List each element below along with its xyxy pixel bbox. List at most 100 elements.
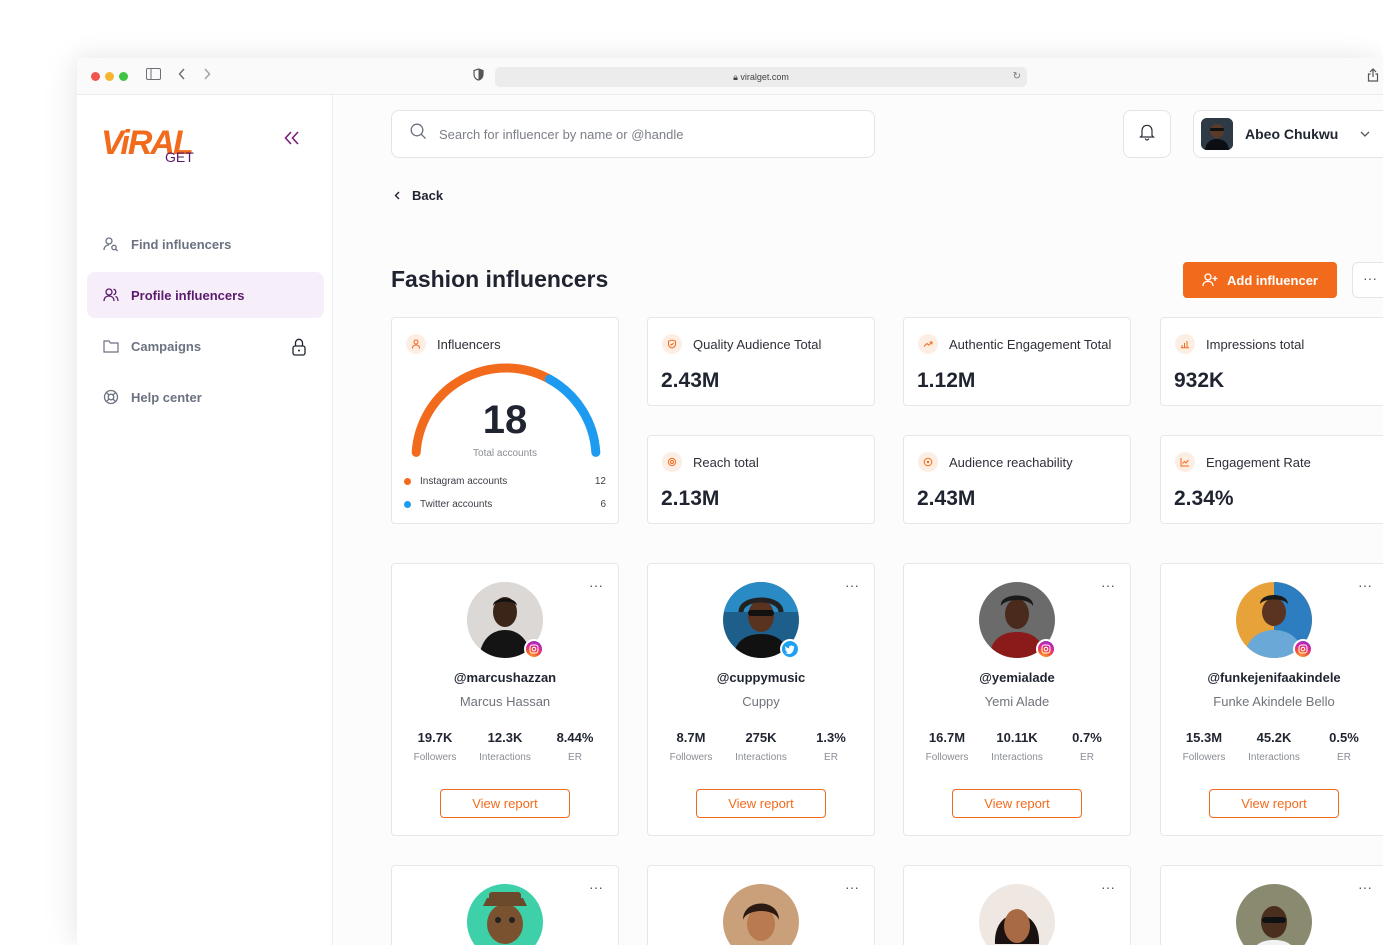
influencer-name: Yemi Alade (984, 694, 1050, 709)
stat-label-row: Quality Audience Total (662, 334, 821, 354)
trending-up-icon (918, 334, 938, 354)
stat-value: 1.12M (917, 369, 976, 392)
metric-label: ER (1337, 752, 1351, 763)
influencer-card: ··· @yemialade Yemi Alade 16.7M Followers… (903, 563, 1131, 836)
influencer-card: ··· (903, 865, 1131, 945)
card-more-icon[interactable]: ··· (845, 578, 859, 592)
metric-label: Followers (413, 752, 457, 763)
sidebar-toggle-icon[interactable] (146, 68, 161, 84)
legend-dot-twitter (404, 501, 411, 508)
instagram-icon (1293, 639, 1313, 659)
metric-er: 8.44% ER (540, 730, 610, 763)
sidebar-item-help-center[interactable]: Help center (87, 374, 324, 420)
chevron-down-icon (1360, 128, 1370, 140)
avatar (979, 884, 1055, 945)
metric-interactions: 10.11K Interactions (982, 730, 1052, 763)
stat-card-reach: Reach total 2.13M (647, 435, 875, 524)
influencer-metrics: 19.7K Followers 12.3K Interactions 8.44% ER (400, 730, 610, 763)
stat-value: 2.34% (1174, 487, 1234, 510)
sidebar-item-label: Profile influencers (131, 287, 245, 303)
notifications-button[interactable] (1123, 110, 1171, 158)
broadcast-icon (918, 452, 938, 472)
view-report-button[interactable]: View report (952, 789, 1082, 818)
metric-value: 275K (745, 730, 777, 745)
privacy-shield-icon[interactable] (473, 68, 484, 85)
viralget-logo[interactable]: ViRAL GET (101, 122, 211, 171)
url-text: viralget.com (740, 72, 789, 82)
card-more-icon[interactable]: ··· (1101, 578, 1115, 592)
stat-label-row: Reach total (662, 452, 759, 472)
avatar (1201, 118, 1233, 150)
card-more-icon[interactable]: ··· (1101, 880, 1115, 894)
avatar (467, 884, 543, 945)
back-link[interactable]: Back (394, 188, 443, 203)
reload-icon[interactable]: ↻ (1013, 67, 1021, 87)
legend-instagram-label: Instagram accounts (420, 476, 508, 487)
metric-value: 16.7M (928, 730, 966, 745)
card-more-icon[interactable]: ··· (1358, 880, 1372, 894)
view-report-button[interactable]: View report (440, 789, 570, 818)
minimize-window-button[interactable] (105, 72, 114, 81)
lock-icon (292, 338, 306, 359)
search-bar[interactable] (391, 110, 875, 158)
metric-label: Followers (669, 752, 713, 763)
metric-value: 15.3M (1185, 730, 1223, 745)
collapse-sidebar-icon[interactable] (284, 129, 300, 149)
stat-label: Audience reachability (949, 454, 1073, 470)
user-menu[interactable]: Abeo Chukwu (1193, 110, 1383, 158)
sidebar-item-find-influencers[interactable]: Find influencers (87, 221, 324, 267)
influencer-card: ··· (1160, 865, 1383, 945)
card-more-icon[interactable]: ··· (589, 578, 603, 592)
sidebar-item-profile-influencers[interactable]: Profile influencers (87, 272, 324, 318)
metric-interactions: 45.2K Interactions (1239, 730, 1309, 763)
instagram-icon (524, 639, 544, 659)
stat-card-impressions: Impressions total 932K (1160, 317, 1383, 406)
zoom-window-button[interactable] (119, 72, 128, 81)
influencer-handle: @marcushazzan (453, 670, 557, 685)
sidebar-item-label: Campaigns (131, 338, 202, 354)
browser-window: 🔒︎ viralget.com ↻ ViRAL GET Find influen… (77, 58, 1383, 945)
more-options-button[interactable]: ··· (1352, 262, 1383, 298)
bar-chart-icon (1175, 334, 1195, 354)
line-chart-icon (1175, 452, 1195, 472)
metric-label: ER (568, 752, 582, 763)
view-report-button[interactable]: View report (696, 789, 826, 818)
metric-value: 12.3K (487, 730, 523, 745)
search-input[interactable] (439, 126, 839, 142)
card-more-icon[interactable]: ··· (1358, 578, 1372, 592)
influencer-card: ··· @marcushazzan Marcus Hassan 19.7K Fol… (391, 563, 619, 836)
influencer-metrics: 8.7M Followers 275K Interactions 1.3% ER (656, 730, 866, 763)
share-icon[interactable] (1367, 68, 1379, 86)
card-more-icon[interactable]: ··· (845, 880, 859, 894)
sidebar-item-campaigns[interactable]: Campaigns (87, 323, 324, 369)
legend-instagram-value: 12 (594, 476, 606, 487)
metric-er: 0.7% ER (1052, 730, 1122, 763)
stat-card-authentic-engagement: Authentic Engagement Total 1.12M (903, 317, 1131, 406)
influencers-summary-label: Influencers (406, 334, 501, 354)
bell-icon (1139, 123, 1155, 146)
add-influencer-button[interactable]: Add influencer (1183, 262, 1337, 298)
metric-label: ER (824, 752, 838, 763)
browser-back-icon[interactable] (178, 68, 186, 84)
influencers-summary-card: Influencers 18 Total accounts Instagram … (391, 317, 619, 524)
card-more-icon[interactable]: ··· (589, 880, 603, 894)
metric-label: Interactions (479, 752, 531, 763)
chevron-left-icon (394, 189, 400, 203)
address-bar[interactable]: 🔒︎ viralget.com ↻ (495, 67, 1027, 87)
metric-er: 0.5% ER (1309, 730, 1379, 763)
stat-label: Engagement Rate (1206, 454, 1311, 470)
metric-followers: 19.7K Followers (400, 730, 470, 763)
stat-label: Quality Audience Total (693, 336, 822, 352)
metric-label: Interactions (735, 752, 787, 763)
stat-value: 2.43M (661, 369, 720, 392)
logo-sub-text: GET (165, 149, 194, 165)
stat-label-row: Engagement Rate (1175, 452, 1311, 472)
influencer-name: Funke Akindele Bello (1213, 694, 1335, 709)
view-report-button[interactable]: View report (1209, 789, 1339, 818)
close-window-button[interactable] (91, 72, 100, 81)
stat-value: 932K (1174, 369, 1225, 392)
page-title: Fashion influencers (391, 266, 609, 292)
metric-followers: 16.7M Followers (912, 730, 982, 763)
stat-card-quality-audience: Quality Audience Total 2.43M (647, 317, 875, 406)
browser-forward-icon[interactable] (203, 68, 211, 84)
